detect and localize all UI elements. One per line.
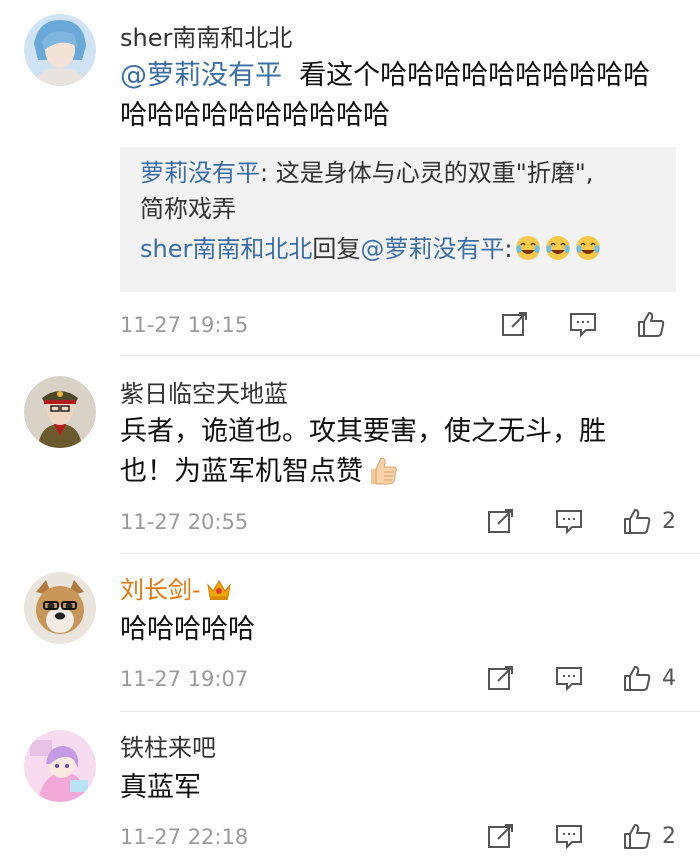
comment-item: 刘长剑- 哈哈哈哈哈 11-27 19:07 4 — [0, 554, 700, 711]
avatar[interactable] — [24, 14, 96, 86]
like-button[interactable] — [636, 309, 676, 339]
comment-button[interactable] — [554, 663, 584, 693]
comment-icon — [570, 313, 596, 338]
comment-timestamp: 11-27 22:18 — [120, 825, 249, 849]
reply-target[interactable]: @萝莉没有平 — [360, 235, 504, 263]
comment-text: 真蓝军 — [120, 772, 201, 803]
laugh-cry-emoji-icon — [516, 236, 541, 260]
repost-icon — [502, 312, 527, 336]
comment-username[interactable]: 铁柱来吧 — [120, 728, 216, 763]
repost-button[interactable] — [500, 309, 530, 339]
comment-button[interactable] — [568, 309, 598, 339]
quote-text: 这是身体与心灵的双重"折磨", — [275, 159, 594, 187]
laugh-cry-emoji-icon — [576, 236, 601, 260]
avatar[interactable] — [24, 376, 96, 448]
comment-text: @萝莉没有平 看这个哈哈哈哈哈哈哈哈哈哈哈哈哈哈哈哈哈哈哈哈 — [120, 56, 672, 136]
avatar[interactable] — [24, 572, 96, 644]
comment-item: sher南南和北北 @萝莉没有平 看这个哈哈哈哈哈哈哈哈哈哈哈哈哈哈哈哈哈哈哈哈… — [0, 0, 700, 355]
comment-username[interactable]: 刘长剑- — [120, 570, 233, 605]
reply-line: sher南南和北北回复@萝莉没有平: — [140, 231, 662, 267]
comment-icon — [556, 825, 582, 850]
thumbs-up-icon — [638, 312, 665, 337]
comment-timestamp: 11-27 19:07 — [120, 667, 249, 691]
comment-text: 哈哈哈哈哈 — [120, 614, 255, 645]
like-button[interactable]: 4 — [622, 663, 676, 693]
comment-actions: 4 — [448, 663, 676, 693]
like-count: 2 — [662, 823, 676, 849]
like-button[interactable]: 2 — [622, 506, 676, 536]
repost-icon — [488, 666, 513, 690]
quote-text-continued: 简称戏弄 — [140, 195, 236, 223]
thumbs-up-icon — [624, 824, 651, 849]
comment-item: 铁柱来吧 真蓝军 11-27 22:18 2 — [0, 712, 700, 867]
comment-username[interactable]: 紫日临空天地蓝 — [120, 374, 288, 409]
comment-actions: 2 — [448, 506, 676, 536]
thumbs-up-icon — [624, 666, 651, 691]
like-count: 4 — [662, 665, 676, 691]
thumbs-up-icon — [624, 509, 651, 534]
comment-button[interactable] — [554, 506, 584, 536]
avatar[interactable] — [24, 730, 96, 802]
comment-icon — [556, 667, 582, 692]
reply-word: 回复 — [312, 235, 361, 263]
repost-icon — [488, 824, 513, 848]
crown-icon — [206, 580, 231, 600]
comment-text-line: 也！为蓝军机智点赞 — [120, 456, 363, 487]
comment-actions: 2 — [448, 821, 676, 851]
quoted-reply[interactable]: 萝莉没有平: 这是身体与心灵的双重"折磨", 简称戏弄 sher南南和北北回复@… — [120, 147, 676, 292]
quote-line: 萝莉没有平: 这是身体与心灵的双重"折磨", — [140, 159, 594, 187]
like-button[interactable]: 2 — [622, 821, 676, 851]
reply-user[interactable]: sher南南和北北 — [140, 235, 312, 263]
comment-username[interactable]: sher南南和北北 — [120, 18, 292, 53]
comment-text-line: 兵者，诡道也。攻其要害，使之无斗，胜 — [120, 416, 606, 447]
comment-item: 紫日临空天地蓝 兵者，诡道也。攻其要害，使之无斗，胜 也！为蓝军机智点赞 11-… — [0, 356, 700, 553]
repost-icon — [488, 509, 513, 533]
laugh-cry-emoji-icon — [546, 236, 571, 260]
comment-timestamp: 11-27 19:15 — [120, 313, 249, 337]
comment-icon — [556, 510, 582, 535]
comment-actions — [462, 309, 676, 339]
thumbs-up-emoji-icon — [371, 457, 397, 485]
quote-author[interactable]: 萝莉没有平 — [140, 159, 260, 187]
repost-button[interactable] — [486, 506, 516, 536]
comment-button[interactable] — [554, 821, 584, 851]
username-text: 刘长剑- — [120, 576, 201, 604]
like-count: 2 — [662, 508, 676, 534]
comment-text: 兵者，诡道也。攻其要害，使之无斗，胜 也！为蓝军机智点赞 — [120, 412, 672, 492]
repost-button[interactable] — [486, 663, 516, 693]
mention-link[interactable]: @萝莉没有平 — [120, 60, 282, 91]
repost-button[interactable] — [486, 821, 516, 851]
comment-timestamp: 11-27 20:55 — [120, 510, 249, 534]
